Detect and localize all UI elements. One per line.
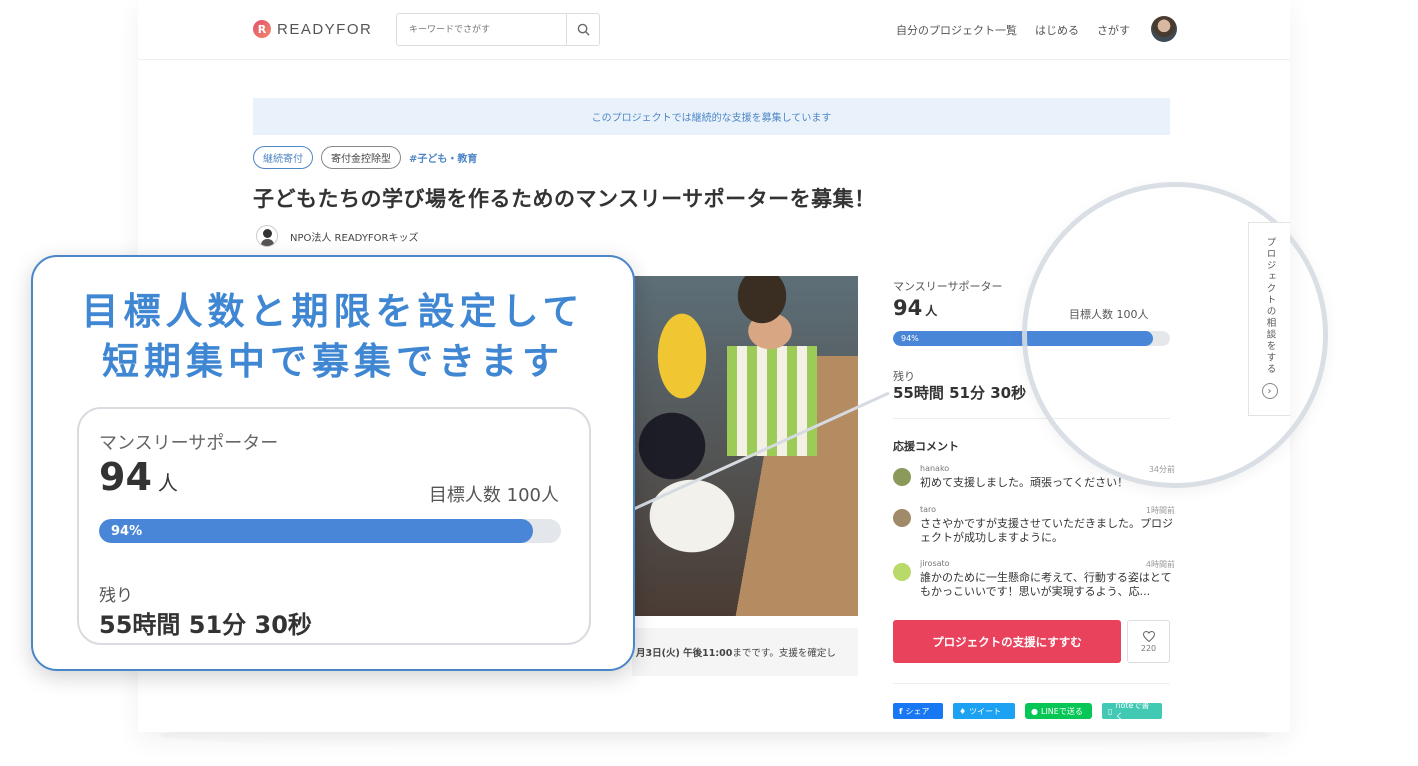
callout-line-1: 目標人数と期限を設定して	[81, 290, 585, 333]
comment-text: ささやかですが支援させていただきました。プロジェクトが成功しますように。	[920, 517, 1173, 544]
zoomed-progress-bar-fill: 94%	[99, 519, 534, 543]
like-count: 220	[1140, 643, 1157, 653]
project-main-photo	[632, 276, 858, 616]
line-icon: ●	[1031, 706, 1038, 716]
search-box	[396, 13, 600, 46]
page: R READYFOR 自分のプロジェクト一覧 はじめる さがす このプロジェクト…	[0, 0, 1418, 766]
owner-name: NPO法人 READYFORキッズ	[290, 232, 419, 244]
twitter-share-label: ツイート	[969, 706, 1002, 716]
hashtag-category[interactable]: #子ども・教育	[409, 150, 477, 165]
share-buttons: f シェア ♦ ツイート ● LINEで送る ▯ noteで書く	[893, 701, 1162, 721]
zoomed-supporters-number: 94	[99, 455, 152, 499]
supporters-count: 94 人	[893, 296, 937, 320]
comment-item[interactable]: taro 1時間前 ささやかですが支援させていただきました。プロジェクトが成功し…	[893, 505, 1175, 549]
progress-percent: 94%	[901, 334, 919, 343]
commenter-name: hanako	[920, 464, 950, 473]
note-icon: ▯	[1108, 706, 1113, 716]
zoomed-progress-bar: 94%	[99, 519, 561, 543]
callout-title: 目標人数と期限を設定して 短期集中で募集できます	[33, 287, 633, 387]
facebook-share-button[interactable]: f シェア	[893, 703, 943, 719]
zoomed-stats-panel: マンスリーサポーター 94 人 目標人数 100人 94% 残り 55時間 51分…	[77, 407, 591, 645]
project-consult-tab[interactable]: プロジェクトの相談をする ›	[1248, 222, 1290, 416]
commenter-avatar	[893, 563, 911, 581]
continuous-support-notice: このプロジェクトでは継続的な支援を募集しています	[253, 98, 1170, 135]
user-avatar[interactable]	[1151, 16, 1177, 42]
zoomed-remaining-label: 残り	[99, 586, 133, 606]
logo-text: READYFOR	[277, 20, 373, 38]
feature-callout: 目標人数と期限を設定して 短期集中で募集できます マンスリーサポーター 94 人 …	[31, 255, 635, 671]
facebook-icon: f	[899, 706, 903, 716]
zoomed-supporters-label: マンスリーサポーター	[99, 433, 279, 454]
search-input[interactable]	[397, 14, 566, 45]
commenter-avatar	[893, 509, 911, 527]
comments-title: 応援コメント	[893, 440, 959, 453]
commenter-name: taro	[920, 505, 937, 514]
owner-avatar-icon	[256, 225, 278, 247]
search-icon	[577, 23, 590, 36]
nav-search[interactable]: さがす	[1097, 22, 1130, 38]
callout-line-2: 短期集中で募集できます	[102, 340, 564, 383]
zoomed-supporters-count: 94 人	[99, 455, 178, 499]
line-share-label: LINEで送る	[1040, 706, 1083, 716]
site-header: R READYFOR 自分のプロジェクト一覧 はじめる さがす	[138, 0, 1290, 60]
chevron-right-icon: ›	[1261, 383, 1278, 399]
remaining-time: 55時間 51分 30秒	[893, 384, 1027, 402]
zoomed-remaining-time: 55時間 51分 30秒	[99, 611, 312, 639]
deadline-info: 月3日(火) 午後11:00 までです。支援を確定し	[632, 628, 858, 676]
twitter-share-button[interactable]: ♦ ツイート	[953, 703, 1015, 719]
nav-my-projects[interactable]: 自分のプロジェクト一覧	[896, 22, 1017, 38]
supporters-number: 94	[893, 296, 923, 320]
commenter-avatar	[893, 468, 911, 486]
line-share-button[interactable]: ● LINEで送る	[1025, 703, 1092, 719]
note-share-button[interactable]: ▯ noteで書く	[1102, 701, 1162, 721]
comment-time: 4時間前	[1145, 560, 1175, 569]
twitter-icon: ♦	[959, 706, 967, 716]
supporters-label: マンスリーサポーター	[893, 280, 1003, 293]
heart-icon	[1142, 630, 1155, 642]
project-tags: 継続寄付 寄付金控除型 #子ども・教育	[253, 146, 477, 169]
like-button[interactable]: 220	[1127, 620, 1170, 663]
header-nav: 自分のプロジェクト一覧 はじめる さがす	[896, 22, 1130, 38]
comment-item[interactable]: jirosato 4時間前 誰かのために一生懸命に考えて、行動する姿はとてもかっ…	[893, 559, 1175, 603]
logo-mark-icon: R	[253, 20, 271, 38]
project-owner[interactable]: NPO法人 READYFORキッズ	[256, 225, 419, 247]
readyfor-logo[interactable]: R READYFOR	[253, 20, 372, 38]
tag-tax-deduction[interactable]: 寄付金控除型	[321, 146, 401, 169]
note-share-label: noteで書く	[1115, 701, 1150, 721]
deadline-date: 月3日(火) 午後11:00	[636, 648, 733, 659]
supporters-unit: 人	[925, 304, 938, 318]
project-title: 子どもたちの学び場を作るためのマンスリーサポーターを募集！	[253, 187, 876, 211]
tag-continuous-donation[interactable]: 継続寄付	[253, 146, 313, 169]
support-project-button[interactable]: プロジェクトの支援にすすむ	[893, 620, 1121, 663]
comment-text: 誰かのために一生懸命に考えて、行動する姿はとてもかっこいいです！思いが実現するよ…	[920, 571, 1172, 598]
nav-start[interactable]: はじめる	[1035, 22, 1079, 38]
zoomed-goal-count: 目標人数 100人	[428, 485, 559, 506]
facebook-share-label: シェア	[905, 706, 930, 716]
comment-time: 1時間前	[1145, 506, 1175, 515]
search-button[interactable]	[566, 14, 599, 45]
consult-tab-label: プロジェクトの相談をする	[1264, 237, 1276, 375]
deadline-suffix: までです。支援を確定し	[732, 648, 836, 659]
zoomed-supporters-unit: 人	[157, 471, 178, 495]
commenter-name: jirosato	[920, 559, 950, 568]
zoomed-progress-percent: 94%	[111, 523, 143, 539]
divider	[893, 683, 1170, 684]
